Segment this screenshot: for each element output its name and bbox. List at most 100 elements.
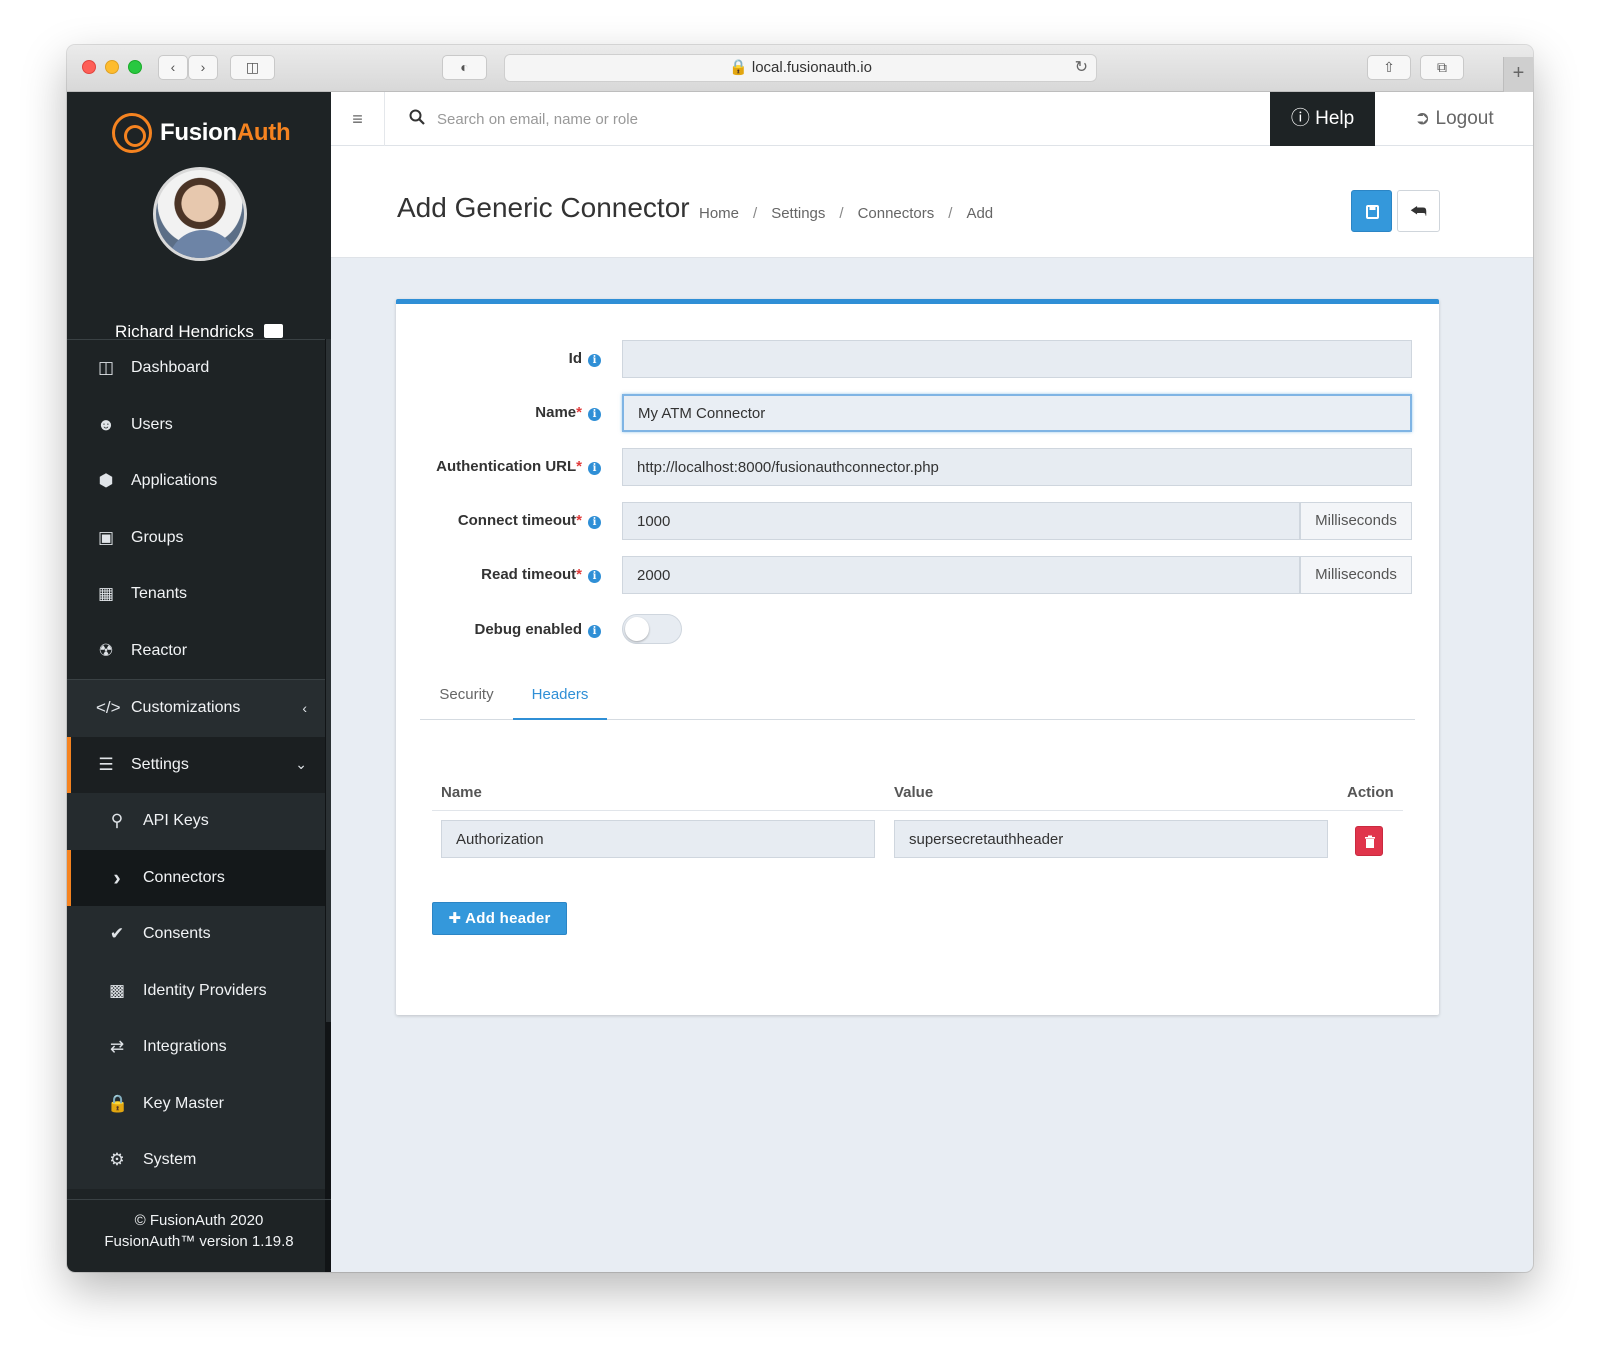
id-field[interactable] — [622, 340, 1412, 378]
name-row: Name* i — [396, 394, 1439, 432]
avatar[interactable] — [153, 167, 247, 261]
id-row: Id i — [396, 340, 1439, 378]
sidebar-item-groups[interactable]: ▣ Groups — [67, 510, 325, 567]
sidebar-item-tenants[interactable]: ▦ Tenants — [67, 566, 325, 623]
sidebar-toggle-button[interactable]: ◫ — [230, 55, 275, 80]
fusionauth-logo[interactable]: FusionAuth — [112, 112, 291, 154]
sidebar-item-label: System — [143, 1151, 197, 1169]
browser-toolbar: ‹ › ◫ ◐ 🔒 local.fusionauth.io ↻ ⇧ ⧉ + — [67, 45, 1533, 92]
sidebar-item-key-master[interactable]: 🔒 Key Master — [67, 1075, 325, 1132]
sidebar-item-connectors[interactable]: › Connectors — [67, 849, 325, 906]
sidebar-item-system[interactable]: ⚙ System — [67, 1132, 325, 1189]
privacy-button[interactable]: ◐ — [442, 55, 487, 80]
tab-bar: Security Headers — [420, 676, 1415, 720]
debug-label: Debug enabled i — [474, 621, 601, 638]
page-header: Add Generic Connector Home / Settings / … — [331, 146, 1533, 258]
url-text: local.fusionauth.io — [751, 59, 872, 76]
chevron-down-icon: ⌄ — [295, 756, 307, 773]
connect-timeout-field[interactable] — [622, 502, 1300, 540]
top-bar: ≡ ⓘ Help ➲ Logout — [331, 92, 1533, 146]
lock-icon: 🔒 — [107, 1093, 129, 1113]
sidebar-item-api-keys[interactable]: ⚲ API Keys — [67, 793, 325, 850]
back-button[interactable]: ⮪ — [1397, 190, 1440, 232]
tab-headers[interactable]: Headers — [513, 676, 607, 720]
header-name-input[interactable] — [441, 820, 875, 858]
read-timeout-row: Read timeout*i Milliseconds — [396, 556, 1439, 594]
forward-nav-button[interactable]: › — [188, 55, 218, 80]
name-field[interactable] — [622, 394, 1412, 432]
add-header-button[interactable]: ✚ Add header — [432, 902, 567, 935]
search-input[interactable] — [437, 106, 937, 132]
undo-icon: ⮪ — [1410, 201, 1427, 221]
auth-url-field[interactable] — [622, 448, 1412, 486]
sidebar-item-consents[interactable]: ✔ Consents — [67, 906, 325, 963]
required-mark: * — [576, 458, 582, 475]
tab-security[interactable]: Security — [420, 676, 513, 720]
milliseconds-addon: Milliseconds — [1300, 502, 1412, 540]
header-value-input[interactable] — [894, 820, 1328, 858]
browser-window: ‹ › ◫ ◐ 🔒 local.fusionauth.io ↻ ⇧ ⧉ + Fu… — [67, 45, 1533, 1272]
new-tab-button[interactable]: + — [1503, 57, 1533, 92]
sidebar-item-label: Key Master — [143, 1094, 224, 1112]
maximize-window-button[interactable] — [128, 60, 142, 74]
chevron-right-icon: › — [113, 864, 121, 890]
breadcrumb: Home / Settings / Connectors / Add — [699, 205, 993, 222]
id-card-icon[interactable] — [263, 324, 283, 338]
sidebar-item-label: Applications — [131, 472, 218, 490]
help-button[interactable]: ⓘ Help — [1270, 92, 1375, 146]
plus-icon: + — [1512, 62, 1525, 84]
info-icon[interactable]: i — [588, 408, 601, 421]
breadcrumb-add: Add — [966, 205, 994, 222]
code-icon: </> — [96, 698, 121, 718]
trash-icon — [1365, 835, 1375, 848]
back-nav-button[interactable]: ‹ — [158, 55, 188, 80]
breadcrumb-home[interactable]: Home — [699, 205, 739, 222]
sidebar-item-identity-providers[interactable]: ▩ Identity Providers — [67, 962, 325, 1019]
minimize-window-button[interactable] — [105, 60, 119, 74]
shield-icon: ◐ — [460, 59, 469, 75]
info-icon[interactable]: i — [588, 462, 601, 475]
lock-icon: 🔒 — [729, 59, 748, 76]
sidebar-item-label: Integrations — [143, 1038, 227, 1056]
share-button[interactable]: ⇧ — [1367, 55, 1411, 80]
toggle-knob — [625, 617, 649, 641]
sidebar-item-reactor[interactable]: ☢ Reactor — [67, 623, 325, 680]
breadcrumb-settings[interactable]: Settings — [771, 205, 825, 222]
close-window-button[interactable] — [82, 60, 96, 74]
required-mark: * — [576, 512, 582, 529]
sidebar-scrollbar[interactable] — [325, 339, 331, 1272]
sidebar-item-users[interactable]: ☻ Users — [67, 397, 325, 454]
info-icon[interactable]: i — [588, 625, 601, 638]
connect-timeout-row: Connect timeout*i Milliseconds — [396, 502, 1439, 540]
scrollbar-thumb[interactable] — [326, 339, 331, 1022]
save-icon — [1366, 205, 1379, 219]
table-header-divider — [432, 810, 1403, 811]
save-button[interactable] — [1351, 190, 1392, 232]
reload-icon[interactable]: ↻ — [1075, 55, 1088, 81]
plus-icon: ✚ — [448, 910, 462, 927]
menu-toggle-button[interactable]: ≡ — [331, 92, 385, 146]
breadcrumb-connectors[interactable]: Connectors — [858, 205, 935, 222]
read-timeout-field[interactable] — [622, 556, 1300, 594]
debug-toggle[interactable] — [622, 614, 682, 644]
id-badge-icon: ▩ — [108, 980, 126, 1000]
delete-header-button[interactable] — [1355, 826, 1383, 856]
chevron-left-icon: ‹ — [302, 700, 307, 717]
info-icon[interactable]: i — [588, 354, 601, 367]
sidebar-item-settings[interactable]: ☰ Settings ⌄ — [67, 736, 325, 793]
info-icon[interactable]: i — [588, 516, 601, 529]
reactor-icon: ☢ — [98, 640, 114, 660]
dashboard-icon: ◫ — [97, 358, 115, 378]
info-icon[interactable]: i — [588, 570, 601, 583]
gear-icon: ⚙ — [109, 1150, 125, 1170]
address-bar[interactable]: 🔒 local.fusionauth.io ↻ — [504, 54, 1097, 82]
tabs-overview-button[interactable]: ⧉ — [1420, 55, 1464, 80]
sidebar-item-applications[interactable]: ⬢ Applications — [67, 453, 325, 510]
required-mark: * — [576, 566, 582, 583]
sidebar-item-dashboard[interactable]: ◫ Dashboard — [67, 340, 325, 397]
logout-button[interactable]: ➲ Logout — [1375, 92, 1533, 146]
sidebar-item-customizations[interactable]: </> Customizations ‹ — [67, 680, 325, 737]
sidebar-item-integrations[interactable]: ⇄ Integrations — [67, 1019, 325, 1076]
logo-text-auth: Auth — [236, 119, 291, 146]
sidebar-item-label: Groups — [131, 528, 184, 546]
